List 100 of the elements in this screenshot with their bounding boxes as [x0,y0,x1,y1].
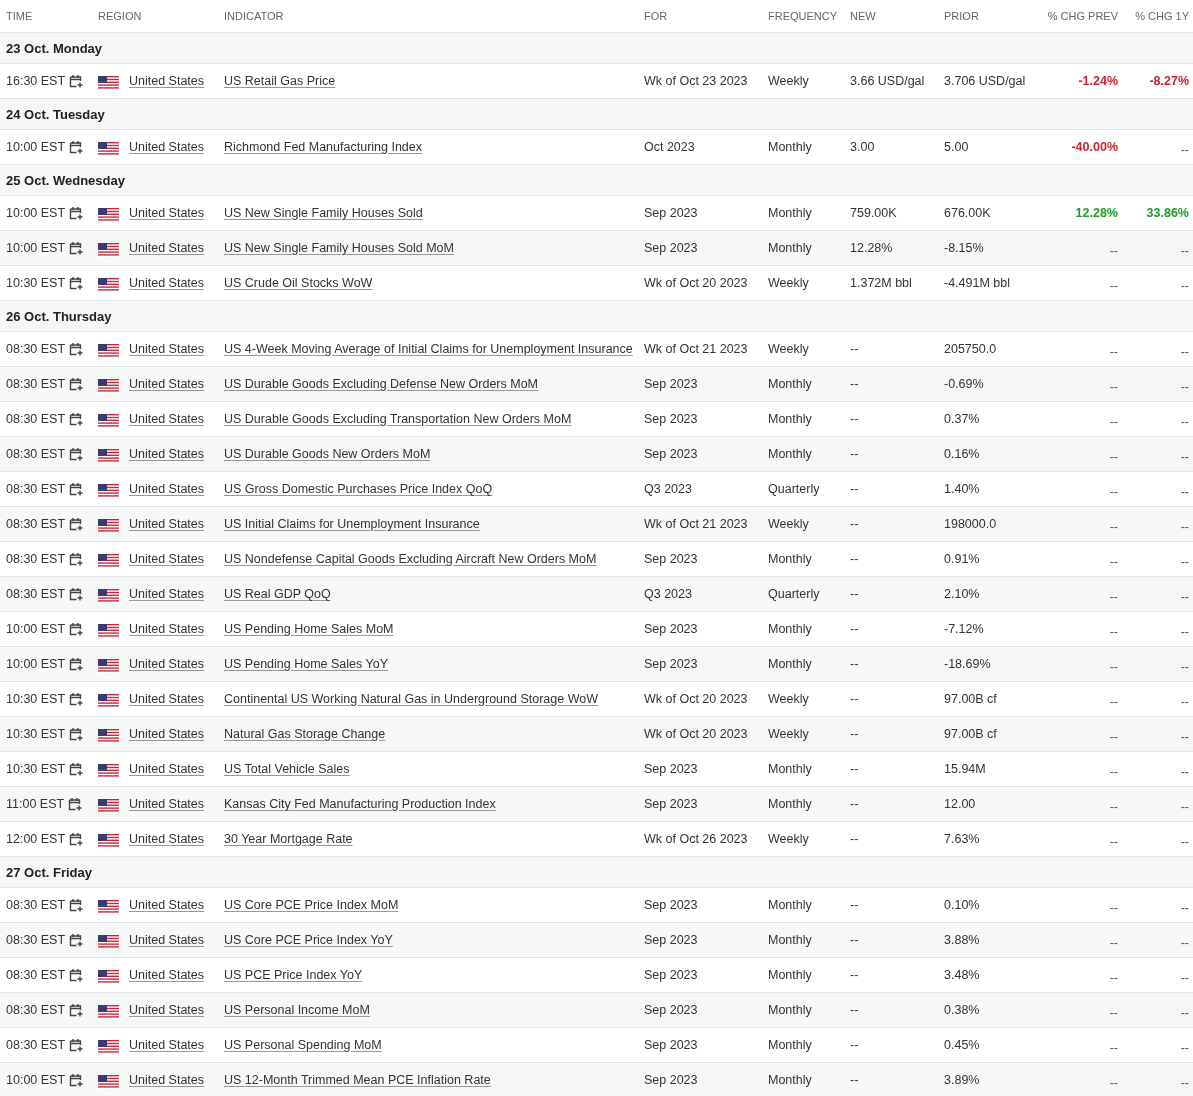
indicator-link[interactable]: US Pending Home Sales MoM [224,622,394,636]
change-prev-cell: -- [1109,415,1118,429]
column-header[interactable]: TIME [6,10,98,22]
region-link[interactable]: United States [129,898,205,912]
calendar-add-icon[interactable] [69,1038,84,1052]
region-link[interactable]: United States [129,622,205,636]
indicator-link[interactable]: US PCE Price Index YoY [224,968,363,982]
calendar-add-icon[interactable] [69,276,84,290]
indicator-link[interactable]: US Initial Claims for Unemployment Insurance [224,517,480,531]
new-value-cell-text: -- [850,482,860,496]
calendar-add-icon[interactable] [69,832,84,846]
calendar-add-icon[interactable] [69,1003,84,1017]
calendar-add-icon[interactable] [69,587,84,601]
region-link[interactable]: United States [129,276,205,290]
column-header[interactable]: REGION [98,10,224,22]
frequency-cell-text: Monthly [768,898,813,912]
region-link[interactable]: United States [129,692,205,706]
change-year-cell: -- [1180,485,1189,499]
day-label: 24 Oct. Tuesday [6,106,105,122]
column-header[interactable]: PRIOR [944,10,1036,22]
calendar-add-icon[interactable] [69,342,84,356]
region-link[interactable]: United States [129,412,205,426]
indicator-link[interactable]: US Gross Domestic Purchases Price Index QoQ [224,482,493,496]
region-link[interactable]: United States [129,933,205,947]
indicator-link[interactable]: US Durable Goods Excluding Transportation New Orders MoM [224,412,572,426]
calendar-add-icon[interactable] [69,74,84,88]
calendar-add-icon[interactable] [69,1073,84,1087]
indicator-link[interactable]: US Durable Goods New Orders MoM [224,447,431,461]
region-link[interactable]: United States [129,241,205,255]
change-prev-cell: -- [1109,730,1118,744]
column-header[interactable]: FOR [644,10,768,22]
region-link[interactable]: United States [129,832,205,846]
indicator-link[interactable]: US Nondefense Capital Goods Excluding Aircraft New Orders MoM [224,552,597,566]
indicator-link[interactable]: Natural Gas Storage Change [224,727,386,741]
calendar-add-icon[interactable] [69,968,84,982]
calendar-add-icon[interactable] [69,933,84,947]
region-link[interactable]: United States [129,377,205,391]
change-year-cell: -- [1180,765,1189,779]
flag-icon [98,900,119,914]
column-header[interactable]: NEW [850,10,944,22]
time-cell: 08:30 EST [6,412,66,426]
period-cell-text: Sep 2023 [644,412,699,426]
region-link[interactable]: United States [129,74,205,88]
column-header[interactable]: FREQUENCY [768,10,850,22]
indicator-link[interactable]: Kansas City Fed Manufacturing Production Index [224,797,496,811]
indicator-link[interactable]: US Core PCE Price Index MoM [224,898,399,912]
region-link[interactable]: United States [129,517,205,531]
region-link[interactable]: United States [129,552,205,566]
region-link[interactable]: United States [129,342,205,356]
indicator-link[interactable]: US Real GDP QoQ [224,587,331,601]
calendar-add-icon[interactable] [69,692,84,706]
calendar-add-icon[interactable] [69,241,84,255]
indicator-link[interactable]: US Durable Goods Excluding Defense New Orders MoM [224,377,539,391]
calendar-add-icon[interactable] [69,447,84,461]
indicator-link[interactable]: US 4-Week Moving Average of Initial Claims for Unemployment Insurance [224,342,633,356]
column-header[interactable]: INDICATOR [224,10,644,22]
indicator-link[interactable]: US Total Vehicle Sales [224,762,350,776]
region-link[interactable]: United States [129,762,205,776]
column-header[interactable]: % CHG PREV [1036,10,1118,22]
indicator-link[interactable]: 30 Year Mortgage Rate [224,832,353,846]
region-link[interactable]: United States [129,657,205,671]
calendar-add-icon[interactable] [69,552,84,566]
calendar-add-icon[interactable] [69,377,84,391]
region-link[interactable]: United States [129,447,205,461]
change-year-cell: -- [1180,520,1189,534]
region-link[interactable]: United States [129,1038,205,1052]
region-link[interactable]: United States [129,587,205,601]
indicator-link[interactable]: US Personal Income MoM [224,1003,370,1017]
indicator-link[interactable]: US Crude Oil Stocks WoW [224,276,373,290]
calendar-add-icon[interactable] [69,727,84,741]
calendar-add-icon[interactable] [69,622,84,636]
indicator-link[interactable]: Continental US Working Natural Gas in Underground Storage WoW [224,692,599,706]
indicator-link[interactable]: US Retail Gas Price [224,74,336,88]
region-link[interactable]: United States [129,1073,205,1087]
calendar-add-icon[interactable] [68,797,83,811]
calendar-add-icon[interactable] [69,482,84,496]
indicator-link[interactable]: US New Single Family Houses Sold MoM [224,241,454,255]
region-link[interactable]: United States [129,968,205,982]
region-link[interactable]: United States [129,206,205,220]
indicator-link[interactable]: Richmond Fed Manufacturing Index [224,140,423,154]
region-link[interactable]: United States [129,482,205,496]
calendar-add-icon[interactable] [69,898,84,912]
calendar-add-icon[interactable] [69,517,84,531]
indicator-link[interactable]: US Personal Spending MoM [224,1038,382,1052]
calendar-add-icon[interactable] [69,657,84,671]
indicator-link[interactable]: US Pending Home Sales YoY [224,657,388,671]
region-link[interactable]: United States [129,1003,205,1017]
prior-value-cell-text: 3.706 USD/gal [944,74,1027,88]
indicator-link[interactable]: US New Single Family Houses Sold [224,206,423,220]
column-header[interactable]: % CHG 1Y [1118,10,1189,22]
region-link[interactable]: United States [129,140,205,154]
calendar-add-icon[interactable] [69,762,84,776]
calendar-add-icon[interactable] [69,206,84,220]
indicator-link[interactable]: US Core PCE Price Index YoY [224,933,393,947]
region-link[interactable]: United States [129,797,205,811]
region-link[interactable]: United States [129,727,205,741]
indicator-link[interactable]: US 12-Month Trimmed Mean PCE Inflation Rate [224,1073,491,1087]
calendar-add-icon[interactable] [69,140,84,154]
calendar-add-icon[interactable] [69,412,84,426]
time-cell: 08:30 EST [6,482,66,496]
